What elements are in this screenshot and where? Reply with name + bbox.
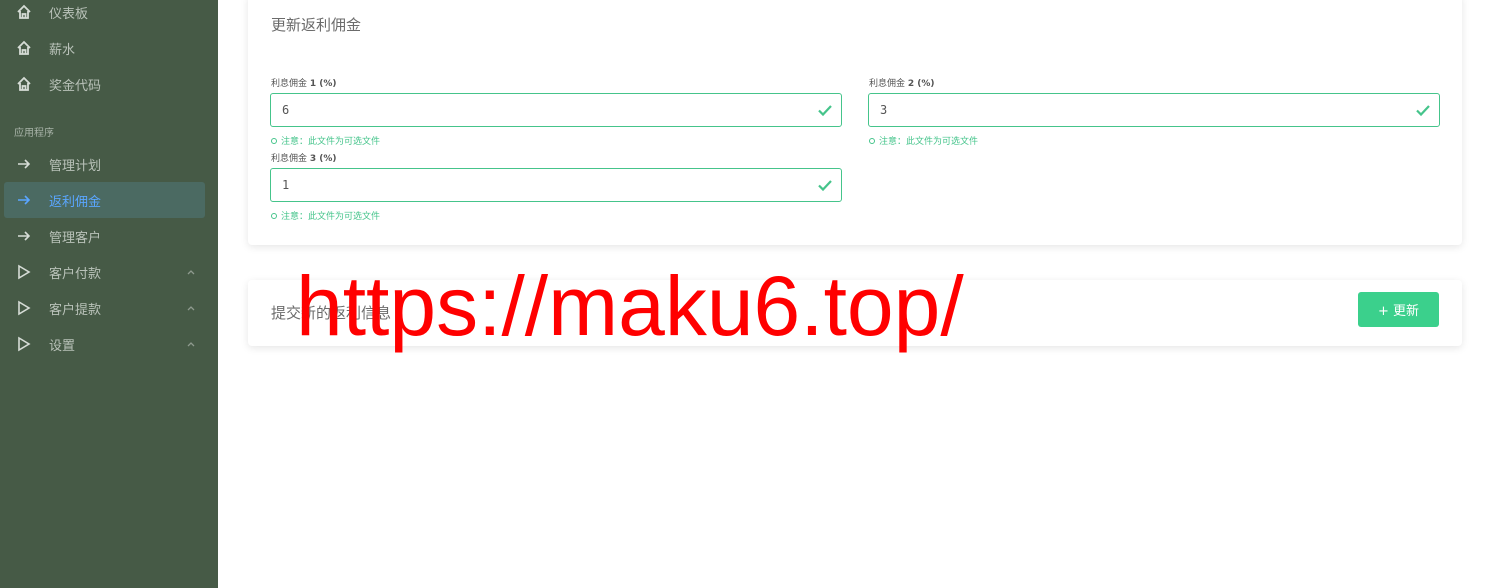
field-hint: 注意：此文件为可选文件	[869, 134, 978, 147]
arrow-right-icon	[18, 231, 31, 241]
check-icon	[1416, 105, 1430, 117]
field-label-commission-3: 利息佣金 3 (%)	[271, 154, 337, 164]
update-button[interactable]: + 更新	[1358, 292, 1439, 327]
sidebar: 仪表板 薪水 奖金代码 应用程序 管理计划 返利佣金 管理客户 客户付款 客户提…	[0, 0, 218, 588]
home-icon	[17, 4, 31, 19]
sidebar-item-manage-customers[interactable]: 管理客户	[4, 218, 205, 254]
sidebar-item-label: 客户付款	[49, 266, 102, 282]
chevron-up-icon	[187, 306, 195, 311]
home-icon	[17, 40, 31, 55]
play-icon	[18, 264, 31, 280]
hint-dot-icon	[869, 137, 875, 144]
sidebar-item-label: 管理客户	[49, 230, 102, 246]
sidebar-section-label: 应用程序	[14, 128, 54, 139]
commission-2-input[interactable]: 3	[868, 93, 1440, 127]
sidebar-item-bonus-code[interactable]: 奖金代码	[4, 66, 205, 102]
check-icon	[818, 105, 832, 117]
sidebar-item-customer-withdrawals[interactable]: 客户提款	[4, 290, 205, 326]
sidebar-item-manage-plans[interactable]: 管理计划	[4, 146, 205, 182]
play-icon	[18, 336, 31, 352]
card-title: 更新返利佣金	[271, 16, 362, 34]
watermark-text: https://maku6.top/	[296, 259, 964, 353]
field-label-commission-1: 利息佣金 1 (%)	[271, 79, 337, 89]
sidebar-item-label: 设置	[49, 338, 76, 354]
arrow-right-icon	[18, 195, 31, 205]
play-icon	[18, 300, 31, 316]
sidebar-item-label: 返利佣金	[49, 194, 102, 210]
sidebar-item-label: 管理计划	[49, 158, 102, 174]
field-hint: 注意：此文件为可选文件	[271, 134, 380, 147]
home-icon	[17, 76, 31, 91]
sidebar-item-customer-payments[interactable]: 客户付款	[4, 254, 205, 290]
arrow-right-icon	[18, 159, 31, 169]
sidebar-item-label: 薪水	[49, 42, 76, 58]
sidebar-item-label: 仪表板	[49, 6, 89, 22]
sidebar-item-settings[interactable]: 设置	[4, 326, 205, 362]
sidebar-item-rebate-commission[interactable]: 返利佣金	[4, 182, 205, 218]
chevron-up-icon	[187, 342, 195, 347]
sidebar-item-label: 奖金代码	[49, 78, 102, 94]
field-hint: 注意：此文件为可选文件	[271, 209, 380, 222]
sidebar-item-label: 客户提款	[49, 302, 102, 318]
commission-1-input[interactable]: 6	[270, 93, 842, 127]
hint-dot-icon	[271, 212, 277, 219]
sidebar-item-dashboard[interactable]: 仪表板	[4, 0, 205, 30]
commission-3-input[interactable]: 1	[270, 168, 842, 202]
rebate-form-card: 更新返利佣金 利息佣金 1 (%) 6 注意：此文件为可选文件 利息佣金 2 (…	[248, 0, 1462, 245]
check-icon	[818, 180, 832, 192]
hint-dot-icon	[271, 137, 277, 144]
chevron-up-icon	[187, 270, 195, 275]
sidebar-item-salary[interactable]: 薪水	[4, 30, 205, 66]
field-label-commission-2: 利息佣金 2 (%)	[869, 79, 935, 89]
